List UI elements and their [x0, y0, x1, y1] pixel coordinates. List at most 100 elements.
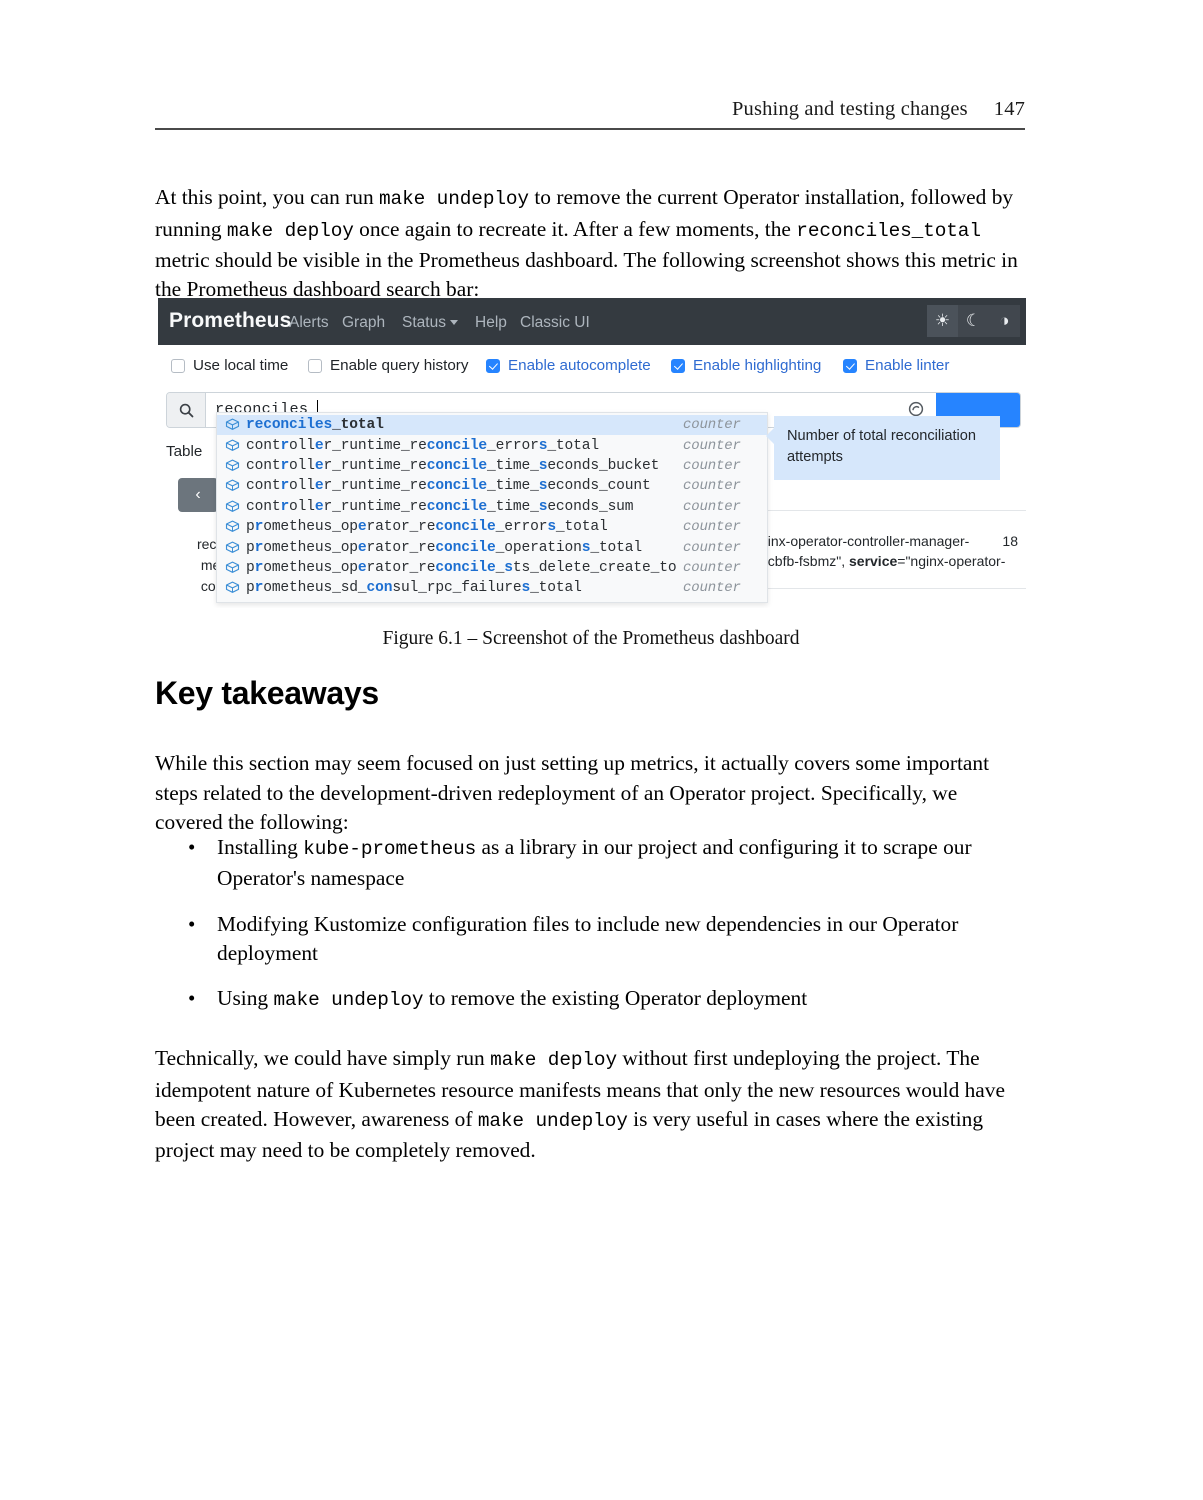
section-paragraph: While this section may seem focused on j…	[155, 751, 990, 834]
autocomplete-item-label: controller_runtime_reconcile_time_second…	[246, 478, 651, 495]
option-label: Enable query history	[330, 357, 469, 374]
result-divider-top	[760, 510, 1026, 511]
closing-code-1: make deploy	[490, 1049, 618, 1072]
checkbox-use-local-time[interactable]	[171, 358, 185, 373]
checkbox-enable-autocomplete[interactable]	[486, 358, 500, 373]
bullet-icon: •	[188, 911, 196, 936]
nav-link-help[interactable]: Help	[475, 314, 507, 332]
bullet-code-1: kube-prometheus	[303, 838, 477, 860]
intro-seg-1: At this point, you can run	[155, 185, 379, 210]
list-item: • Installing kube-prometheus as a library…	[155, 833, 1027, 894]
autocomplete-tooltip: Number of total reconciliation attempts	[766, 416, 1000, 480]
figure-caption: Figure 6.1 – Screenshot of the Prometheu…	[382, 628, 800, 649]
autocomplete-item[interactable]: controller_runtime_reconcile_time_second…	[217, 476, 767, 496]
page-title: Key takeaways	[155, 675, 379, 711]
option-enable-autocomplete[interactable]: Enable autocomplete	[486, 357, 651, 374]
autocomplete-item-type: counter	[683, 559, 741, 576]
bullet-seg-1: Installing	[217, 835, 304, 859]
intro-code-3: reconciles_total	[796, 219, 981, 242]
nav-link-alerts[interactable]: Alerts	[289, 314, 329, 332]
intro-seg-3: once again to recreate it. After a few m…	[353, 216, 797, 241]
autocomplete-item[interactable]: controller_runtime_reconcile_errors_tota…	[217, 435, 767, 455]
result-row-line-1: ginx-operator-controller-manager-	[760, 533, 970, 549]
list-item: • Modifying Kustomize configuration files…	[155, 910, 1027, 969]
autocomplete-item[interactable]: reconciles_total counter	[217, 415, 767, 436]
takeaways-list: • Installing kube-prometheus as a library…	[155, 833, 1027, 1031]
autocomplete-item[interactable]: prometheus_operator_reconcile_errors_tot…	[217, 517, 767, 537]
closing-seg-1: Technically, we could have simply run	[155, 1046, 491, 1071]
theme-toggle-group: ☀ ☾ ◑	[927, 305, 1020, 337]
checkbox-enable-highlighting[interactable]	[671, 358, 685, 373]
prometheus-screenshot-figure: Prometheus Alerts Graph Status Help Clas…	[158, 298, 1026, 608]
autocomplete-item-type: counter	[683, 478, 741, 495]
moon-icon[interactable]: ☾	[958, 305, 989, 337]
nav-link-status[interactable]: Status	[402, 314, 458, 332]
autocomplete-item-type: counter	[683, 437, 741, 454]
bullet-seg-1: Modifying Kustomize configuration files …	[217, 911, 959, 965]
list-item: • Using make undeploy to remove the exist…	[155, 984, 1027, 1015]
option-label: Use local time	[193, 357, 289, 374]
previous-page-button[interactable]: ‹	[178, 478, 218, 512]
autocomplete-item[interactable]: prometheus_operator_reconcile_sts_delete…	[217, 558, 767, 578]
option-label: Enable linter	[865, 357, 950, 374]
result-row: ginx-operator-controller-manager- 9cbfb-…	[760, 531, 1026, 571]
option-enable-highlighting[interactable]: Enable highlighting	[671, 357, 821, 374]
page-number: 147	[993, 98, 1025, 120]
autocomplete-item[interactable]: prometheus_sd_consul_rpc_failures_total c…	[217, 578, 767, 598]
search-icon[interactable]	[167, 393, 206, 427]
bullet-icon: •	[188, 835, 196, 859]
metric-cube-icon	[225, 418, 240, 432]
intro-paragraph: At this point, you can run make undeploy…	[155, 183, 1027, 304]
closing-paragraph: Technically, we could have simply run ma…	[155, 1044, 1027, 1165]
intro-code-2: make deploy	[226, 219, 354, 242]
nav-link-graph[interactable]: Graph	[342, 314, 385, 332]
intro-code-1: make undeploy	[379, 188, 529, 211]
result-label-post: ="nginx-operator-	[897, 553, 1006, 569]
sun-icon[interactable]: ☀	[927, 305, 958, 337]
autocomplete-item-label: reconciles_total	[246, 417, 384, 434]
intro-seg-4: metric should be visible in the Promethe…	[155, 247, 1018, 301]
metric-cube-icon	[225, 541, 240, 555]
prometheus-brand[interactable]: Prometheus	[169, 309, 291, 333]
option-enable-query-history[interactable]: Enable query history	[308, 357, 468, 374]
metric-cube-icon	[225, 561, 240, 575]
autocomplete-item-type: counter	[683, 457, 741, 474]
running-head-title: Pushing and testing changes	[732, 98, 968, 120]
bullet-seg-1: Using	[217, 986, 274, 1011]
bullet-icon: •	[188, 986, 196, 1011]
prometheus-navbar: Prometheus Alerts Graph Status Help Clas…	[158, 298, 1026, 345]
autocomplete-item[interactable]: controller_runtime_reconcile_time_second…	[217, 497, 767, 517]
autocomplete-item-type: counter	[683, 498, 741, 515]
half-circle-auto-icon[interactable]: ◑	[989, 305, 1020, 337]
metric-cube-icon	[225, 479, 240, 493]
autocomplete-item-label: controller_runtime_reconcile_errors_tota…	[246, 437, 599, 454]
result-label-pre: 9cbfb-fsbmz",	[760, 553, 849, 569]
autocomplete-item-type: counter	[683, 519, 741, 536]
metric-cube-icon	[225, 500, 240, 514]
option-use-local-time[interactable]: Use local time	[171, 357, 288, 374]
metric-cube-icon	[225, 439, 240, 453]
autocomplete-item-label: prometheus_operator_reconcile_sts_delete…	[246, 559, 677, 576]
autocomplete-item[interactable]: controller_runtime_reconcile_time_second…	[217, 456, 767, 476]
closing-code-2: make undeploy	[477, 1109, 628, 1132]
autocomplete-item-label: prometheus_operator_reconcile_operations…	[246, 539, 642, 556]
autocomplete-item[interactable]: prometheus_operator_reconcile_operations…	[217, 537, 767, 557]
autocomplete-item-type: counter	[683, 580, 741, 597]
metric-cube-icon	[225, 459, 240, 473]
option-label: Enable highlighting	[693, 357, 822, 374]
autocomplete-dropdown[interactable]: reconciles_total counter controller_runtim…	[216, 412, 768, 603]
result-row-value: 18	[1002, 533, 1018, 549]
checkbox-enable-query-history[interactable]	[308, 358, 322, 373]
autocomplete-item-label: prometheus_operator_reconcile_errors_tot…	[246, 519, 608, 536]
metric-cube-icon	[225, 581, 240, 595]
tab-table[interactable]: Table	[166, 443, 202, 460]
nav-link-classic-ui[interactable]: Classic UI	[520, 314, 590, 332]
result-label-service: service	[849, 553, 898, 569]
nav-link-status-label: Status	[402, 314, 446, 331]
checkbox-enable-linter[interactable]	[843, 358, 857, 373]
header-rule	[155, 128, 1025, 130]
autocomplete-item-type: counter	[683, 539, 741, 556]
result-divider-bottom	[760, 588, 1026, 589]
option-enable-linter[interactable]: Enable linter	[843, 357, 949, 374]
running-head: Pushing and testing changes 147	[155, 98, 1025, 121]
